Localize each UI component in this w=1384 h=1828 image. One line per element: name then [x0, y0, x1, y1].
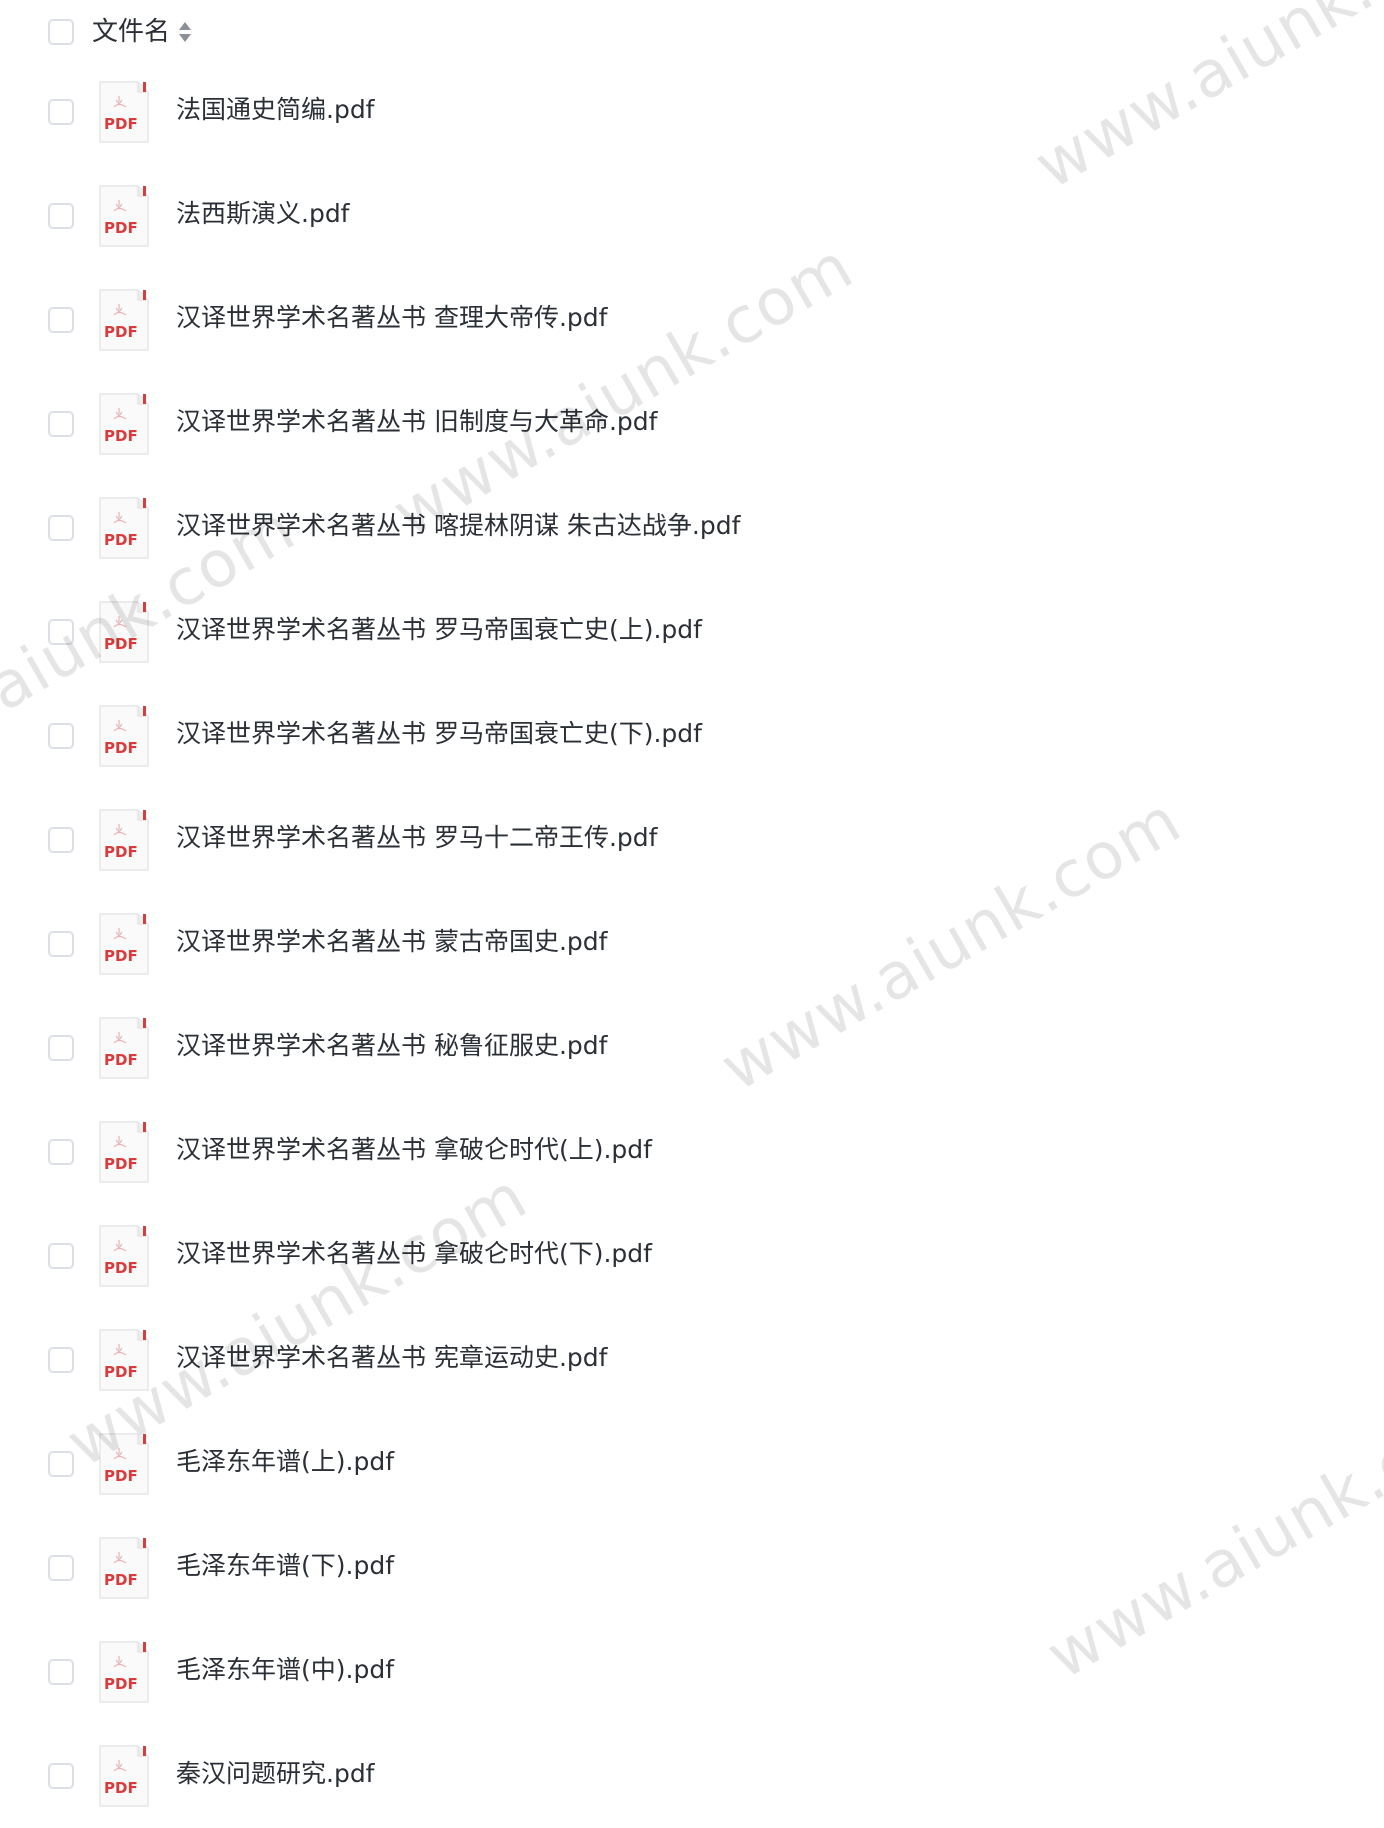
pdf-icon: PDF: [96, 808, 152, 872]
pdf-icon: PDF: [96, 1536, 152, 1600]
file-select-checkbox[interactable]: [48, 931, 74, 957]
file-select-checkbox[interactable]: [48, 1035, 74, 1061]
pdf-icon: PDF: [96, 1432, 152, 1496]
file-select-checkbox[interactable]: [48, 1139, 74, 1165]
pdf-icon: PDF: [96, 912, 152, 976]
svg-text:PDF: PDF: [104, 323, 138, 341]
pdf-icon: PDF: [96, 1016, 152, 1080]
file-select-checkbox[interactable]: [48, 1451, 74, 1477]
file-select-checkbox[interactable]: [48, 307, 74, 333]
file-name[interactable]: 汉译世界学术名著丛书 旧制度与大革命.pdf: [176, 404, 657, 440]
file-row[interactable]: PDF 汉译世界学术名著丛书 秘鲁征服史.pdf: [0, 996, 1384, 1100]
svg-text:PDF: PDF: [104, 1675, 138, 1693]
file-select-checkbox[interactable]: [48, 723, 74, 749]
svg-text:PDF: PDF: [104, 1155, 138, 1173]
file-name[interactable]: 汉译世界学术名著丛书 拿破仑时代(上).pdf: [176, 1132, 652, 1168]
file-name[interactable]: 汉译世界学术名著丛书 罗马帝国衰亡史(下).pdf: [176, 716, 702, 752]
file-name[interactable]: 汉译世界学术名著丛书 喀提林阴谋 朱古达战争.pdf: [176, 508, 740, 544]
file-row[interactable]: PDF 汉译世界学术名著丛书 查理大帝传.pdf: [0, 268, 1384, 372]
file-name[interactable]: 秦汉问题研究.pdf: [176, 1756, 375, 1792]
file-row[interactable]: PDF 法国通史简编.pdf: [0, 60, 1384, 164]
file-row[interactable]: PDF 汉译世界学术名著丛书 旧制度与大革命.pdf: [0, 372, 1384, 476]
file-row[interactable]: PDF 汉译世界学术名著丛书 罗马帝国衰亡史(下).pdf: [0, 684, 1384, 788]
file-name[interactable]: 法国通史简编.pdf: [176, 92, 375, 128]
svg-text:PDF: PDF: [104, 1467, 138, 1485]
file-row[interactable]: PDF 毛泽东年谱(上).pdf: [0, 1412, 1384, 1516]
file-select-checkbox[interactable]: [48, 1659, 74, 1685]
pdf-icon: PDF: [96, 600, 152, 664]
sort-icon[interactable]: [178, 20, 192, 44]
svg-text:PDF: PDF: [104, 1051, 138, 1069]
pdf-icon: PDF: [96, 288, 152, 352]
pdf-icon: PDF: [96, 704, 152, 768]
file-row[interactable]: PDF 汉译世界学术名著丛书 拿破仑时代(下).pdf: [0, 1204, 1384, 1308]
file-select-checkbox[interactable]: [48, 203, 74, 229]
file-select-checkbox[interactable]: [48, 99, 74, 125]
file-name[interactable]: 汉译世界学术名著丛书 罗马帝国衰亡史(上).pdf: [176, 612, 702, 648]
svg-text:PDF: PDF: [104, 531, 138, 549]
file-name[interactable]: 毛泽东年谱(下).pdf: [176, 1548, 394, 1584]
file-name[interactable]: 汉译世界学术名著丛书 秘鲁征服史.pdf: [176, 1028, 607, 1064]
file-select-checkbox[interactable]: [48, 1763, 74, 1789]
file-name[interactable]: 毛泽东年谱(上).pdf: [176, 1444, 394, 1480]
select-all-checkbox[interactable]: [48, 19, 74, 45]
file-row[interactable]: PDF 毛泽东年谱(下).pdf: [0, 1516, 1384, 1620]
file-row[interactable]: PDF 汉译世界学术名著丛书 喀提林阴谋 朱古达战争.pdf: [0, 476, 1384, 580]
file-name[interactable]: 汉译世界学术名著丛书 查理大帝传.pdf: [176, 300, 607, 336]
file-row[interactable]: PDF 汉译世界学术名著丛书 宪章运动史.pdf: [0, 1308, 1384, 1412]
svg-text:PDF: PDF: [104, 739, 138, 757]
file-select-checkbox[interactable]: [48, 1243, 74, 1269]
file-row[interactable]: PDF 法西斯演义.pdf: [0, 164, 1384, 268]
column-header-filename[interactable]: 文件名: [92, 14, 170, 50]
pdf-icon: PDF: [96, 1744, 152, 1808]
svg-text:PDF: PDF: [104, 1779, 138, 1797]
file-select-checkbox[interactable]: [48, 515, 74, 541]
svg-text:PDF: PDF: [104, 635, 138, 653]
file-name[interactable]: 法西斯演义.pdf: [176, 196, 350, 232]
svg-text:PDF: PDF: [104, 1259, 138, 1277]
svg-text:PDF: PDF: [104, 1571, 138, 1589]
file-row[interactable]: PDF 毛泽东年谱(中).pdf: [0, 1620, 1384, 1724]
file-row[interactable]: PDF 汉译世界学术名著丛书 蒙古帝国史.pdf: [0, 892, 1384, 996]
svg-text:PDF: PDF: [104, 219, 138, 237]
svg-text:PDF: PDF: [104, 947, 138, 965]
file-name[interactable]: 汉译世界学术名著丛书 拿破仑时代(下).pdf: [176, 1236, 652, 1272]
file-select-checkbox[interactable]: [48, 411, 74, 437]
file-select-checkbox[interactable]: [48, 1555, 74, 1581]
file-select-checkbox[interactable]: [48, 1347, 74, 1373]
file-row[interactable]: PDF 秦汉问题研究.pdf: [0, 1724, 1384, 1828]
file-list: 文件名 PDF 法国通史简编.pdf PDF 法西斯演义.pdf PDF 汉译世界学术名著…: [0, 0, 1384, 1807]
file-name[interactable]: 汉译世界学术名著丛书 罗马十二帝王传.pdf: [176, 820, 657, 856]
file-row[interactable]: PDF 汉译世界学术名著丛书 罗马帝国衰亡史(上).pdf: [0, 580, 1384, 684]
svg-text:PDF: PDF: [104, 115, 138, 133]
svg-text:PDF: PDF: [104, 843, 138, 861]
file-name[interactable]: 汉译世界学术名著丛书 蒙古帝国史.pdf: [176, 924, 607, 960]
file-row[interactable]: PDF 汉译世界学术名著丛书 拿破仑时代(上).pdf: [0, 1100, 1384, 1204]
pdf-icon: PDF: [96, 1328, 152, 1392]
svg-text:PDF: PDF: [104, 1363, 138, 1381]
pdf-icon: PDF: [96, 184, 152, 248]
file-name[interactable]: 汉译世界学术名著丛书 宪章运动史.pdf: [176, 1340, 607, 1376]
pdf-icon: PDF: [96, 496, 152, 560]
file-select-checkbox[interactable]: [48, 827, 74, 853]
file-list-header: 文件名: [0, 0, 1384, 64]
pdf-icon: PDF: [96, 1224, 152, 1288]
svg-text:PDF: PDF: [104, 427, 138, 445]
pdf-icon: PDF: [96, 392, 152, 456]
pdf-icon: PDF: [96, 1640, 152, 1704]
file-select-checkbox[interactable]: [48, 619, 74, 645]
pdf-icon: PDF: [96, 1120, 152, 1184]
file-row[interactable]: PDF 汉译世界学术名著丛书 罗马十二帝王传.pdf: [0, 788, 1384, 892]
pdf-icon: PDF: [96, 80, 152, 144]
file-name[interactable]: 毛泽东年谱(中).pdf: [176, 1652, 394, 1688]
